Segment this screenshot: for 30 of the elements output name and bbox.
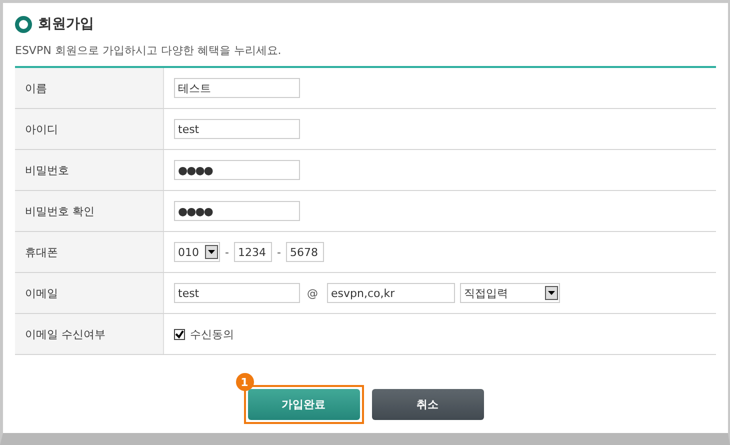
field-label: 비밀번호 bbox=[15, 150, 164, 190]
separator: - bbox=[276, 246, 281, 258]
field-label: 비밀번호 확인 bbox=[15, 191, 164, 231]
checkbox[interactable] bbox=[174, 328, 185, 340]
checkbox-label: 수신동의 bbox=[190, 326, 234, 342]
phone-field[interactable]: 1234 bbox=[234, 242, 272, 262]
field-label: 이메일 bbox=[15, 273, 164, 313]
domain-dropdown[interactable]: 직접입력 bbox=[460, 283, 560, 303]
caret-icon bbox=[205, 245, 218, 259]
page-title: 회원가입 bbox=[38, 15, 94, 33]
submit-button[interactable]: 가입완료 bbox=[248, 389, 360, 420]
separator: - bbox=[225, 246, 229, 258]
email-domain-field[interactable]: esvpn,co,kr bbox=[327, 283, 455, 303]
prefix-dropdown[interactable]: 010 bbox=[174, 242, 220, 262]
page-description: ESVPN 회원으로 가입하시고 다양한 혜택을 누리세요. bbox=[15, 43, 282, 58]
input-field[interactable]: test bbox=[174, 119, 300, 139]
cancel-button[interactable]: 취소 bbox=[372, 389, 484, 420]
field-label: 아이디 bbox=[15, 109, 164, 149]
step-badge: 1 bbox=[236, 373, 254, 391]
caret-icon bbox=[545, 286, 558, 300]
at-sign: @ bbox=[307, 286, 318, 300]
field-label: 휴대폰 bbox=[15, 232, 164, 272]
password-field[interactable]: ●●●● bbox=[174, 160, 300, 180]
password-field[interactable]: ●●●● bbox=[174, 201, 300, 221]
ring-icon bbox=[15, 16, 32, 32]
field-label: 이메일 수신여부 bbox=[15, 314, 164, 354]
field-label: 이름 bbox=[15, 68, 164, 108]
email-local-field[interactable]: test bbox=[174, 283, 300, 303]
phone-field[interactable]: 5678 bbox=[286, 242, 324, 262]
input-field[interactable]: 테스트 bbox=[174, 78, 300, 98]
